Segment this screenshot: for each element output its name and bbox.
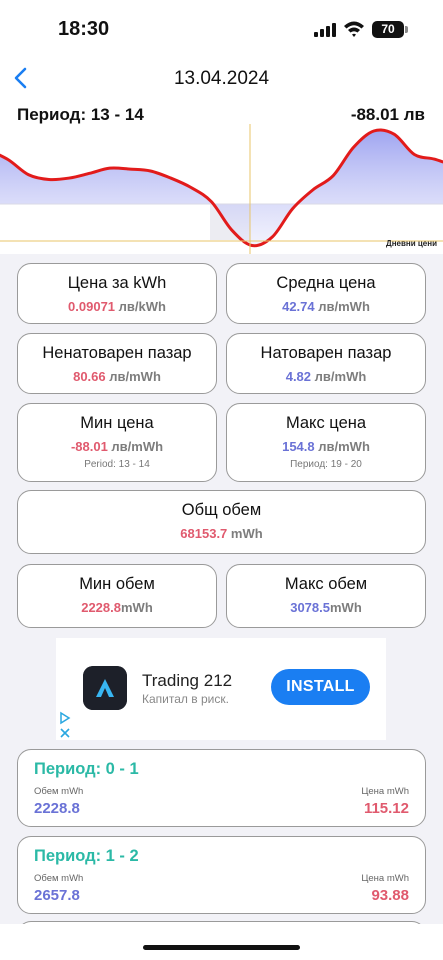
- period-card[interactable]: Период: 0 - 1 Обем mWh Цена mWh 2228.8 1…: [17, 749, 426, 827]
- volume-label: Обем mWh: [34, 786, 84, 797]
- price-label: Цена mWh: [361, 873, 409, 884]
- price-chart[interactable]: Период: 13 - 14 -88.01 лв Дневни цени: [0, 98, 443, 254]
- card-value: 154.8 лв/mWh: [227, 439, 425, 454]
- chart-legend: Дневни цени: [386, 239, 437, 248]
- card-title: Мин цена: [80, 414, 154, 432]
- avg-price-card: Средна цена 42.74 лв/mWh: [226, 263, 426, 324]
- card-period: Period: 13 - 14: [84, 459, 150, 470]
- card-number: -88.01: [70, 439, 108, 454]
- selected-period-price: -88.01 лв: [350, 105, 425, 124]
- ad-title[interactable]: Trading 212: [142, 671, 232, 691]
- home-indicator[interactable]: [143, 945, 300, 950]
- card-title: Макс цена: [285, 414, 367, 432]
- price-value: 93.88: [371, 887, 409, 904]
- card-unit: лв/mWh: [314, 299, 370, 314]
- nav-header: 13.04.2024: [0, 58, 443, 98]
- card-title: Натоварен пазар: [260, 344, 392, 362]
- card-unit: mWh: [227, 526, 263, 541]
- card-number: 2228.8: [81, 600, 121, 615]
- card-value: 42.74 лв/mWh: [227, 299, 425, 314]
- card-value: 80.66 лв/mWh: [18, 369, 216, 384]
- wifi-icon: [344, 21, 364, 37]
- card-unit: лв/mWh: [107, 439, 164, 454]
- card-value: 68153.7 mWh: [18, 526, 425, 541]
- volume-value: 2228.8: [34, 800, 80, 817]
- bottom-bar: [0, 924, 443, 960]
- min-volume-card: Мин обем 2228.8mWh: [17, 564, 217, 628]
- card-unit: лв/mWh: [314, 439, 370, 454]
- card-unit: лв/kWh: [115, 299, 166, 314]
- card-value: 4.82 лв/mWh: [227, 369, 425, 384]
- card-unit: mWh: [329, 600, 362, 615]
- price-value: 115.12: [363, 800, 409, 817]
- loaded-market-card: Натоварен пазар 4.82 лв/mWh: [226, 333, 426, 394]
- total-volume-card: Общ обем 68153.7 mWh: [17, 490, 426, 554]
- price-kwh-card: Цена за kWh 0.09071 лв/kWh: [17, 263, 217, 324]
- card-title: Макс обем: [284, 575, 368, 593]
- install-button[interactable]: INSTALL: [271, 669, 370, 705]
- cellular-signal-icon: [314, 23, 336, 37]
- card-unit: лв/mWh: [311, 369, 367, 384]
- card-number: 3078.5: [290, 600, 330, 615]
- period-title: Период: 0 - 1: [34, 760, 139, 778]
- price-label: Цена mWh: [361, 786, 409, 797]
- card-title: Общ обем: [181, 501, 262, 519]
- battery-icon: 70: [372, 21, 404, 38]
- card-value: 2228.8mWh: [18, 600, 216, 615]
- card-title: Ненатоварен пазар: [42, 344, 192, 362]
- max-volume-card: Макс обем 3078.5mWh: [226, 564, 426, 628]
- period-title: Период: 1 - 2: [34, 847, 139, 865]
- card-number: 4.82: [285, 369, 312, 384]
- max-price-card: Макс цена 154.8 лв/mWh Период: 19 - 20: [226, 403, 426, 482]
- card-number: 0.09071: [68, 299, 116, 314]
- status-bar: 18:30 70: [0, 0, 443, 58]
- ad-banner[interactable]: Trading 212 Капитал в риск. INSTALL: [56, 638, 386, 740]
- page-title: 13.04.2024: [173, 68, 270, 89]
- status-time: 18:30: [58, 18, 110, 40]
- card-number: 154.8: [282, 439, 315, 454]
- card-title: Цена за kWh: [67, 274, 167, 292]
- card-period: Период: 19 - 20: [290, 459, 362, 470]
- card-unit: лв/mWh: [105, 369, 161, 384]
- card-number: 80.66: [73, 369, 106, 384]
- card-title: Мин обем: [79, 575, 155, 593]
- card-unit: mWh: [120, 600, 153, 615]
- card-number: 42.74: [282, 299, 315, 314]
- ad-subtitle: Капитал в риск.: [142, 692, 229, 706]
- selected-period-label: Период: 13 - 14: [17, 105, 144, 124]
- card-title: Средна цена: [276, 274, 376, 292]
- unloaded-market-card: Ненатоварен пазар 80.66 лв/mWh: [17, 333, 217, 394]
- battery-nub: [405, 26, 408, 33]
- volume-value: 2657.8: [34, 887, 80, 904]
- card-value: 0.09071 лв/kWh: [18, 299, 216, 314]
- min-price-card: Мин цена -88.01 лв/mWh Period: 13 - 14: [17, 403, 217, 482]
- period-card[interactable]: Период: 1 - 2 Обем mWh Цена mWh 2657.8 9…: [17, 836, 426, 914]
- card-value: -88.01 лв/mWh: [18, 439, 216, 454]
- trading212-logo-icon: [83, 666, 127, 710]
- volume-label: Обем mWh: [34, 873, 84, 884]
- card-number: 68153.7: [180, 526, 228, 541]
- ad-choices-icon[interactable]: [58, 710, 72, 740]
- card-value: 3078.5mWh: [227, 600, 425, 615]
